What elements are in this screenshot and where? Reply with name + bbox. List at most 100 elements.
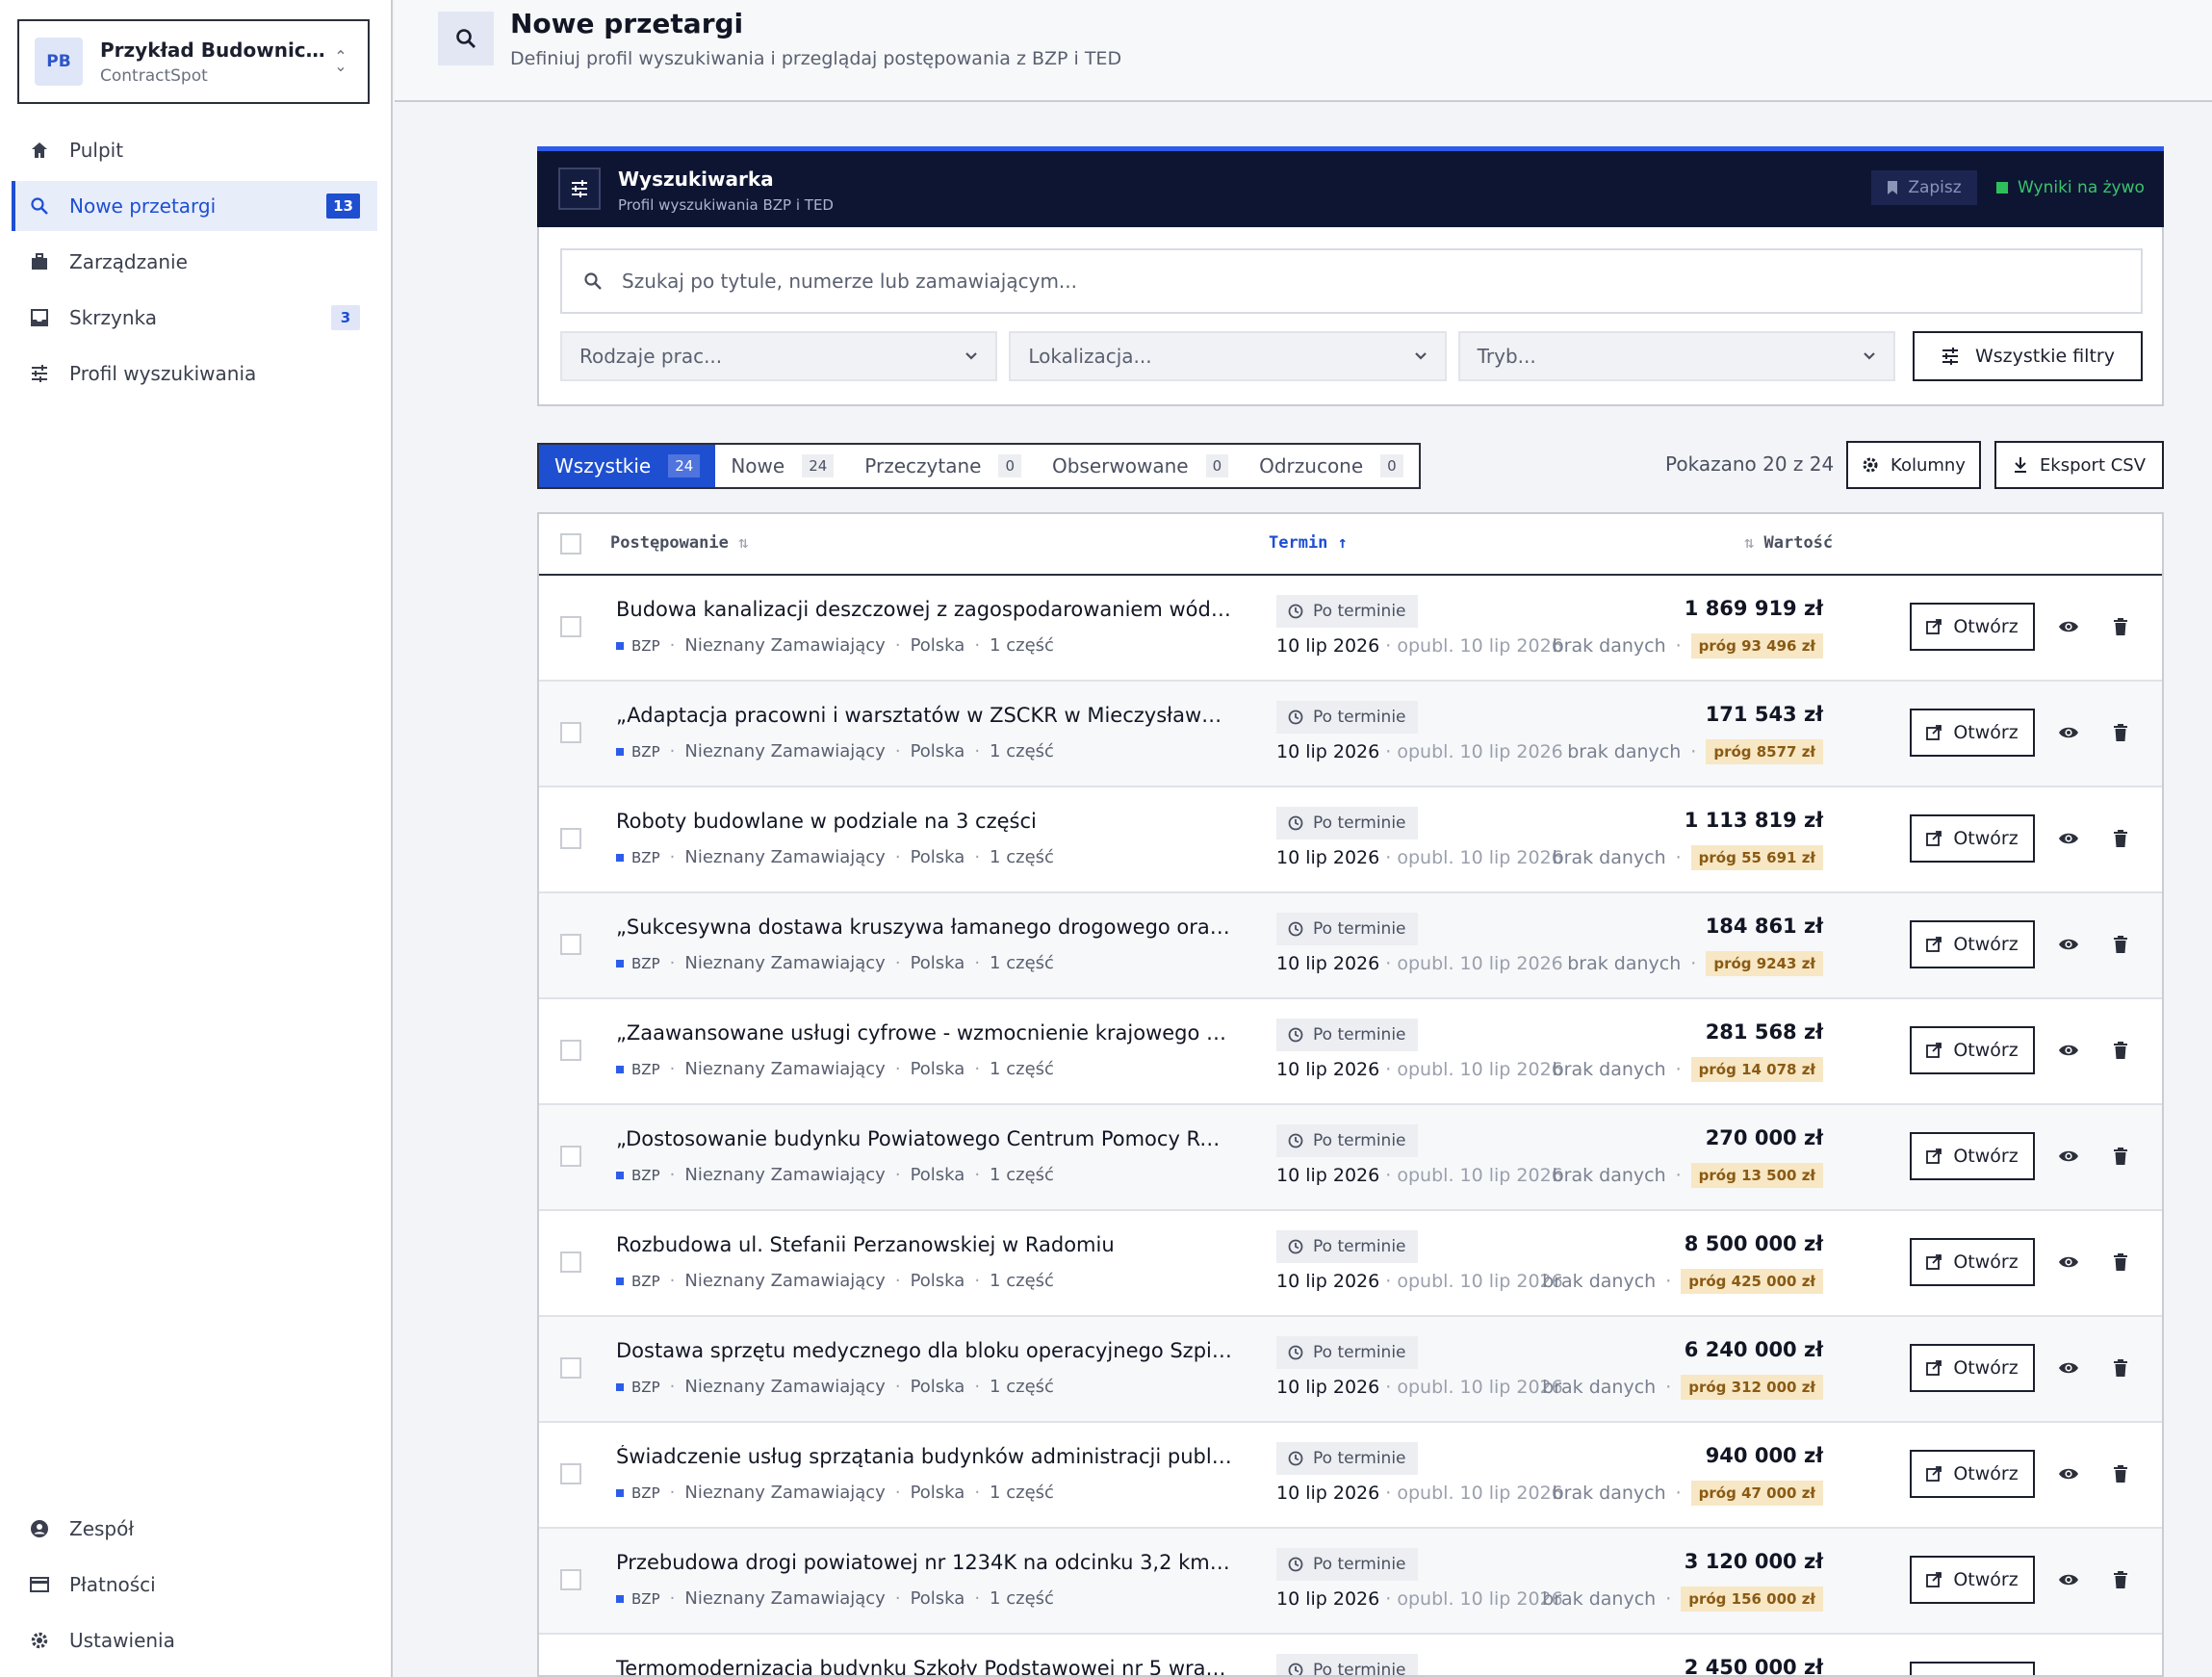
tender-title[interactable]: Świadczenie usług sprzątania budynków ad… bbox=[616, 1445, 1232, 1468]
tender-title[interactable]: „Adaptacja pracowni i warsztatów w ZSCKR… bbox=[616, 704, 1232, 727]
trash-icon[interactable] bbox=[2106, 1459, 2135, 1488]
open-button[interactable]: Otwórz bbox=[1910, 814, 2035, 863]
trash-icon[interactable] bbox=[2106, 1248, 2135, 1277]
tender-title[interactable]: „Sukcesywna dostawa kruszywa łamanego dr… bbox=[616, 916, 1232, 939]
sidebar-item-0[interactable]: Pulpit bbox=[12, 125, 377, 175]
column-header-value[interactable]: ⇅ Wartość bbox=[1744, 533, 1833, 553]
trash-icon[interactable] bbox=[2106, 930, 2135, 959]
sidebar-item-2[interactable]: Ustawienia bbox=[12, 1615, 377, 1665]
tender-title[interactable]: Roboty budowlane w podziale na 3 części bbox=[616, 810, 1232, 833]
eye-icon[interactable] bbox=[2054, 930, 2083, 959]
trash-icon[interactable] bbox=[2106, 612, 2135, 641]
status-badge: Po terminie bbox=[1276, 595, 1418, 628]
open-button[interactable]: Otwórz bbox=[1910, 709, 2035, 757]
row-checkbox[interactable] bbox=[560, 1569, 581, 1590]
sidebar-item-1[interactable]: Płatności bbox=[12, 1560, 377, 1610]
tab-4[interactable]: Odrzucone 0 bbox=[1244, 445, 1419, 487]
separator: · bbox=[974, 847, 981, 867]
source-marker-icon bbox=[616, 747, 624, 756]
tab-0[interactable]: Wszystkie 24 bbox=[539, 445, 716, 487]
table-row[interactable]: Rozbudowa ul. Stefanii Perzanowskiej w R… bbox=[539, 1211, 2162, 1317]
tender-title[interactable]: Budowa kanalizacji deszczowej z zagospod… bbox=[616, 598, 1232, 621]
eye-icon[interactable] bbox=[2054, 1354, 2083, 1382]
table-row[interactable]: Roboty budowlane w podziale na 3 części B… bbox=[539, 787, 2162, 893]
sidebar-item-4[interactable]: Profil wyszukiwania bbox=[12, 348, 377, 399]
location-select[interactable]: Lokalizacja... bbox=[1009, 331, 1447, 381]
export-csv-button[interactable]: Eksport CSV bbox=[1994, 441, 2164, 489]
row-checkbox[interactable] bbox=[560, 1040, 581, 1061]
table-row[interactable]: Dostawa sprzętu medycznego dla bloku ope… bbox=[539, 1317, 2162, 1423]
search-input[interactable] bbox=[622, 270, 2120, 293]
live-results-toggle[interactable]: Wyniki na żywo bbox=[1996, 170, 2145, 205]
trash-icon[interactable] bbox=[2106, 1565, 2135, 1594]
trash-icon[interactable] bbox=[2106, 1354, 2135, 1382]
eye-icon[interactable] bbox=[2054, 1248, 2083, 1277]
tender-title[interactable]: Przebudowa drogi powiatowej nr 1234K na … bbox=[616, 1551, 1232, 1574]
trash-icon[interactable] bbox=[2106, 1142, 2135, 1171]
tab-1[interactable]: Nowe 24 bbox=[715, 445, 849, 487]
tender-title[interactable]: „Zaawansowane usługi cyfrowe - wzmocnien… bbox=[616, 1021, 1232, 1045]
trash-icon[interactable] bbox=[2106, 1036, 2135, 1065]
eye-icon[interactable] bbox=[2054, 1459, 2083, 1488]
open-button[interactable]: Otwórz bbox=[1910, 1662, 2035, 1675]
tender-title[interactable]: Rozbudowa ul. Stefanii Perzanowskiej w R… bbox=[616, 1233, 1232, 1256]
table-row[interactable]: „Zaawansowane usługi cyfrowe - wzmocnien… bbox=[539, 999, 2162, 1105]
save-button[interactable]: Zapisz bbox=[1871, 170, 1977, 205]
row-checkbox[interactable] bbox=[560, 722, 581, 743]
row-checkbox[interactable] bbox=[560, 828, 581, 849]
select-all-checkbox[interactable] bbox=[560, 533, 581, 555]
trash-icon[interactable] bbox=[2106, 824, 2135, 853]
sidebar-item-0[interactable]: Zespół bbox=[12, 1504, 377, 1554]
eye-icon[interactable] bbox=[2054, 612, 2083, 641]
work-type-select[interactable]: Rodzaje prac... bbox=[560, 331, 998, 381]
eye-icon[interactable] bbox=[2054, 1671, 2083, 1675]
open-button[interactable]: Otwórz bbox=[1910, 1556, 2035, 1604]
eye-icon[interactable] bbox=[2054, 1565, 2083, 1594]
filter-selects: Rodzaje prac... Lokalizacja... Tryb... W… bbox=[560, 331, 2143, 381]
deadline-value: 10 lip 2026 bbox=[1276, 847, 1380, 868]
table-row[interactable]: „Adaptacja pracowni i warsztatów w ZSCKR… bbox=[539, 682, 2162, 787]
table-row[interactable]: Termomodernizacja budynku Szkoły Podstaw… bbox=[539, 1635, 2162, 1675]
open-button[interactable]: Otwórz bbox=[1910, 1238, 2035, 1286]
org-switcher[interactable]: PB Przykład Budownictwo ContractSpot ⌃ ⌄ bbox=[17, 19, 370, 104]
tender-title[interactable]: Termomodernizacja budynku Szkoły Podstaw… bbox=[616, 1657, 1232, 1675]
table-row[interactable]: Przebudowa drogi powiatowej nr 1234K na … bbox=[539, 1529, 2162, 1635]
open-button[interactable]: Otwórz bbox=[1910, 1132, 2035, 1180]
tab-3[interactable]: Obserwowane 0 bbox=[1037, 445, 1244, 487]
table-row[interactable]: Budowa kanalizacji deszczowej z zagospod… bbox=[539, 576, 2162, 682]
tender-title[interactable]: Dostawa sprzętu medycznego dla bloku ope… bbox=[616, 1339, 1232, 1362]
all-filters-button[interactable]: Wszystkie filtry bbox=[1912, 331, 2143, 381]
tender-title[interactable]: „Dostosowanie budynku Powiatowego Centru… bbox=[616, 1127, 1232, 1150]
mode-select[interactable]: Tryb... bbox=[1457, 331, 1895, 381]
trash-icon[interactable] bbox=[2106, 1671, 2135, 1675]
tab-2[interactable]: Przeczytane 0 bbox=[849, 445, 1037, 487]
columns-button[interactable]: Kolumny bbox=[1846, 441, 1981, 489]
table-row[interactable]: Świadczenie usług sprzątania budynków ad… bbox=[539, 1423, 2162, 1529]
table-row[interactable]: „Dostosowanie budynku Powiatowego Centru… bbox=[539, 1105, 2162, 1211]
open-button[interactable]: Otwórz bbox=[1910, 920, 2035, 968]
sidebar-item-1[interactable]: Nowe przetargi 13 bbox=[12, 181, 377, 231]
row-checkbox[interactable] bbox=[560, 1146, 581, 1167]
eye-icon[interactable] bbox=[2054, 824, 2083, 853]
table-row[interactable]: „Sukcesywna dostawa kruszywa łamanego dr… bbox=[539, 893, 2162, 999]
row-checkbox[interactable] bbox=[560, 934, 581, 955]
sidebar-item-2[interactable]: Zarządzanie bbox=[12, 237, 377, 287]
row-checkbox[interactable] bbox=[560, 1357, 581, 1379]
clock-icon bbox=[1288, 921, 1303, 937]
row-checkbox[interactable] bbox=[560, 616, 581, 637]
eye-icon[interactable] bbox=[2054, 1142, 2083, 1171]
column-header-proceeding[interactable]: Postępowanie ⇅ bbox=[610, 533, 748, 553]
open-button[interactable]: Otwórz bbox=[1910, 1026, 2035, 1074]
threshold-badge: próg 93 496 zł bbox=[1690, 633, 1823, 658]
column-header-deadline[interactable]: Termin ↑ bbox=[1269, 533, 1348, 553]
eye-icon[interactable] bbox=[2054, 1036, 2083, 1065]
trash-icon[interactable] bbox=[2106, 718, 2135, 747]
open-button[interactable]: Otwórz bbox=[1910, 1450, 2035, 1498]
row-checkbox[interactable] bbox=[560, 1251, 581, 1273]
row-checkbox[interactable] bbox=[560, 1463, 581, 1484]
eye-icon[interactable] bbox=[2054, 718, 2083, 747]
search-icon bbox=[584, 272, 602, 290]
open-button[interactable]: Otwórz bbox=[1910, 603, 2035, 651]
sidebar-item-3[interactable]: Skrzynka 3 bbox=[12, 293, 377, 343]
open-button[interactable]: Otwórz bbox=[1910, 1344, 2035, 1392]
